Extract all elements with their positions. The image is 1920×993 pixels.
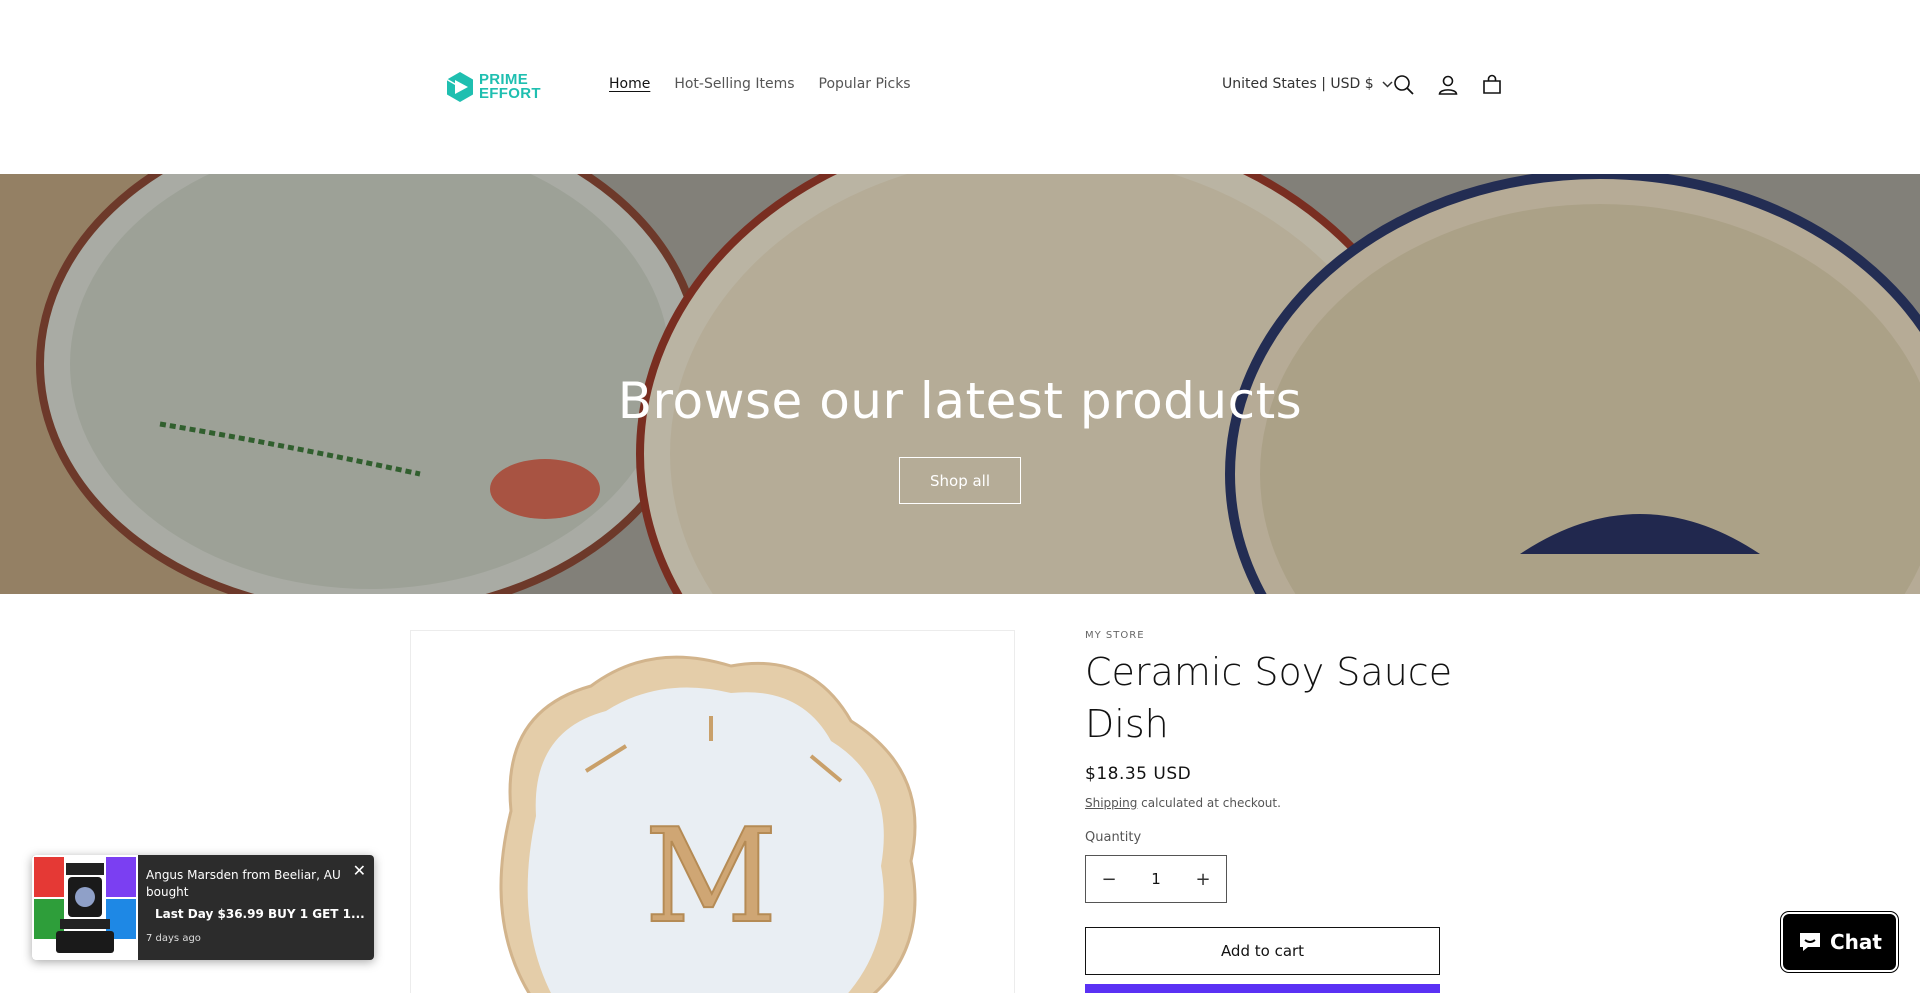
product-title: Ceramic Soy Sauce Dish bbox=[1085, 650, 1453, 746]
quantity-decrease-button[interactable]: − bbox=[1086, 856, 1132, 902]
hero-banner: Browse our latest products Shop all bbox=[0, 174, 1920, 594]
search-icon[interactable] bbox=[1393, 74, 1415, 96]
logo-text: PRIME EFFORT bbox=[479, 72, 541, 102]
popup-product-image bbox=[32, 855, 138, 960]
store-logo[interactable]: PRIME EFFORT bbox=[444, 70, 541, 104]
shipping-link[interactable]: Shipping bbox=[1085, 796, 1137, 810]
chevron-down-icon bbox=[1382, 80, 1393, 88]
shipping-note-text: calculated at checkout. bbox=[1137, 796, 1281, 810]
dish-letter: M bbox=[644, 800, 777, 952]
banner-title: Browse our latest products bbox=[617, 372, 1303, 430]
popup-time: 7 days ago bbox=[146, 933, 201, 944]
locale-label: United States | USD $ bbox=[1222, 76, 1374, 92]
shipping-note: Shipping calculated at checkout. bbox=[1085, 796, 1281, 810]
buy-now-button[interactable] bbox=[1085, 984, 1440, 993]
popup-offer: Last Day $36.99 BUY 1 GET 1... bbox=[155, 907, 365, 921]
nav-home[interactable]: Home bbox=[609, 76, 650, 92]
locale-selector[interactable]: United States | USD $ bbox=[1222, 76, 1393, 92]
nav-popular-picks[interactable]: Popular Picks bbox=[819, 76, 911, 92]
quantity-input[interactable] bbox=[1133, 870, 1179, 888]
product-image[interactable]: M bbox=[410, 630, 1015, 993]
main-nav: Home Hot-Selling Items Popular Picks bbox=[609, 76, 911, 92]
cart-icon[interactable] bbox=[1481, 74, 1503, 96]
product-vendor: MY STORE bbox=[1085, 630, 1145, 641]
add-to-cart-button[interactable]: Add to cart bbox=[1085, 927, 1440, 975]
popup-message: Angus Marsden from Beeliar, AU bought bbox=[146, 868, 341, 899]
account-icon[interactable] bbox=[1437, 74, 1459, 96]
logo-icon bbox=[446, 72, 473, 102]
quantity-increase-button[interactable]: + bbox=[1180, 856, 1226, 902]
site-header: PRIME EFFORT Home Hot-Selling Items Popu… bbox=[0, 0, 1920, 174]
chat-button[interactable]: Chat bbox=[1781, 912, 1898, 972]
shop-all-button[interactable]: Shop all bbox=[899, 457, 1021, 504]
ceramic-dish-image: M bbox=[499, 655, 917, 993]
quantity-label: Quantity bbox=[1085, 830, 1142, 845]
chat-bubble-icon bbox=[1800, 933, 1820, 951]
sales-notification-popup[interactable]: Angus Marsden from Beeliar, AU bought La… bbox=[32, 855, 374, 960]
close-icon[interactable]: ✕ bbox=[353, 861, 366, 880]
product-price: $18.35 USD bbox=[1085, 764, 1192, 784]
quantity-stepper: − + bbox=[1085, 855, 1227, 903]
chat-label: Chat bbox=[1830, 930, 1882, 954]
nav-hot-selling[interactable]: Hot-Selling Items bbox=[674, 76, 794, 92]
logo-line2: EFFORT bbox=[479, 85, 541, 102]
